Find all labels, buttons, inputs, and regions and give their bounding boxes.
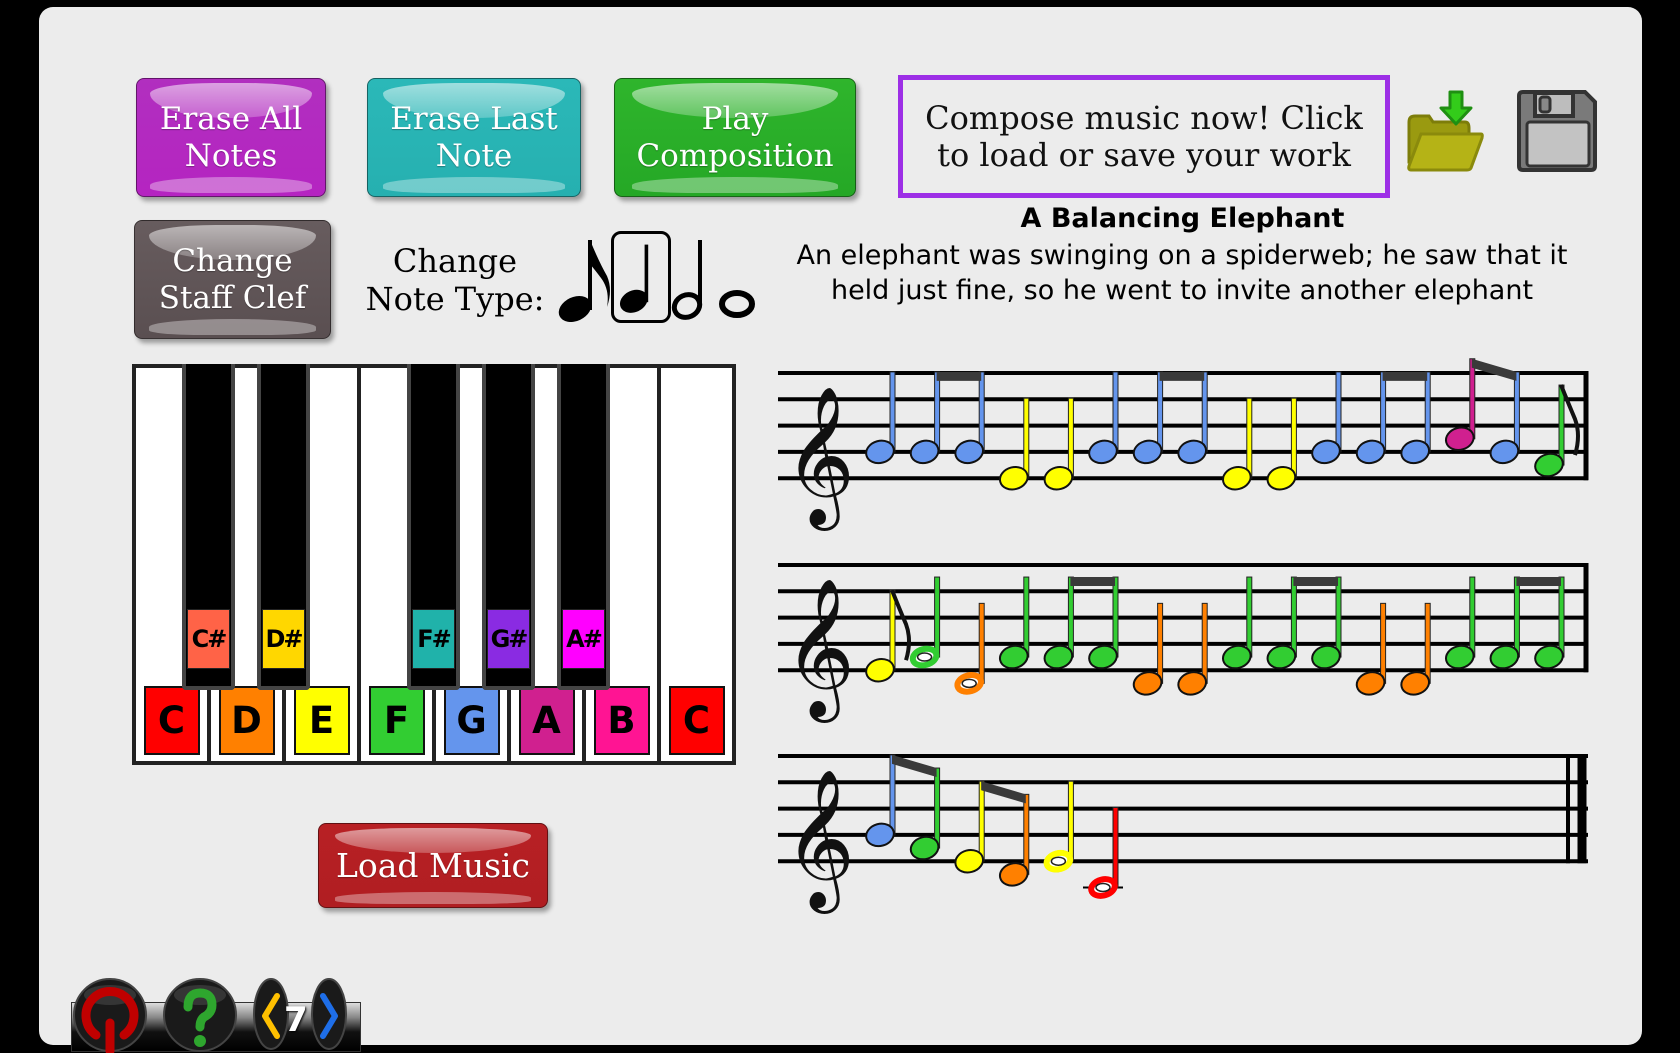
- button-gloss: [631, 176, 839, 193]
- button-label: Change Staff Clef: [158, 242, 307, 316]
- button-gloss: [334, 892, 532, 904]
- floppy-save-icon[interactable]: [1515, 90, 1597, 172]
- piano-black-key[interactable]: A#: [557, 364, 610, 690]
- piano-keyboard: C D E F G A B C C# D# F# G# A#: [132, 364, 736, 765]
- key-label: F#: [412, 609, 455, 669]
- piano-black-key[interactable]: D#: [257, 364, 310, 690]
- button-label: Erase Last Note: [390, 100, 558, 174]
- button-gloss: [148, 318, 317, 335]
- key-label: D: [218, 686, 275, 755]
- note-type-label: Change Note Type:: [365, 242, 545, 318]
- key-label: B: [593, 686, 650, 755]
- key-label: C: [668, 686, 725, 755]
- button-label: Play Composition: [636, 100, 834, 174]
- button-label: Load Music: [335, 846, 531, 885]
- folder-open-icon[interactable]: [1403, 88, 1485, 176]
- piano-white-key[interactable]: C: [661, 368, 732, 761]
- compose-load-save-prompt[interactable]: Compose music now! Click to load or save…: [898, 75, 1390, 198]
- key-label: C#: [187, 609, 230, 669]
- key-label: G#: [487, 609, 530, 669]
- chevron-right-icon[interactable]: [311, 978, 347, 1050]
- eighth-note-option[interactable]: [555, 232, 613, 322]
- key-label: F: [368, 686, 425, 755]
- key-label: G: [443, 686, 500, 755]
- button-gloss: [150, 176, 312, 193]
- piano-black-key[interactable]: F#: [407, 364, 460, 690]
- story-text: An elephant was swinging on a spiderweb;…: [796, 240, 1568, 306]
- change-staff-clef-button[interactable]: Change Staff Clef: [134, 220, 331, 339]
- key-label: C: [143, 686, 200, 755]
- page-number: 7: [284, 1000, 308, 1040]
- whole-note-option[interactable]: [718, 285, 756, 319]
- load-music-button[interactable]: Load Music: [318, 823, 548, 908]
- piano-black-key[interactable]: G#: [482, 364, 535, 690]
- erase-all-notes-button[interactable]: Erase All Notes: [136, 78, 326, 197]
- key-label: D#: [262, 609, 305, 669]
- button-label: Erase All Notes: [159, 100, 303, 174]
- erase-last-note-button[interactable]: Erase Last Note: [367, 78, 581, 197]
- key-label: A: [518, 686, 575, 755]
- key-label: A#: [562, 609, 605, 669]
- play-composition-button[interactable]: Play Composition: [614, 78, 856, 197]
- key-label: E: [293, 686, 350, 755]
- piano-black-key[interactable]: C#: [182, 364, 235, 690]
- quarter-note-option[interactable]: [611, 231, 671, 323]
- story-title: A Balancing Elephant: [1020, 203, 1345, 234]
- help-question-icon[interactable]: [162, 977, 238, 1053]
- button-gloss: [382, 176, 566, 193]
- half-note-option[interactable]: [671, 236, 711, 322]
- power-icon[interactable]: [72, 977, 148, 1053]
